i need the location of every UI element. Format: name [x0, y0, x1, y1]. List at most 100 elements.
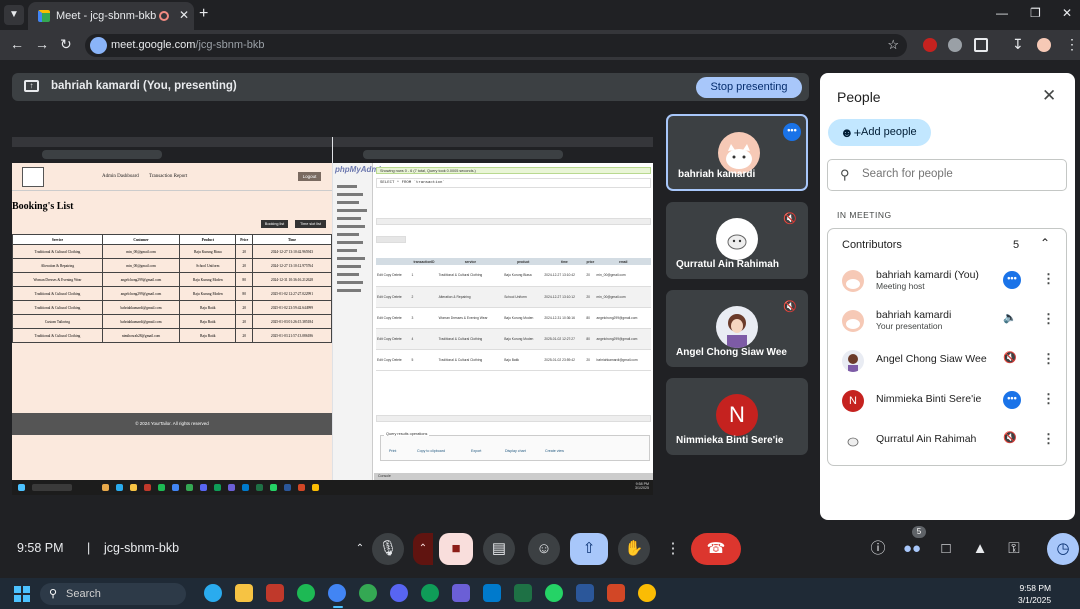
- leave-call-button[interactable]: ☎: [691, 533, 741, 565]
- participant-subtitle: Meeting host: [876, 281, 925, 291]
- present-screen-button[interactable]: ⇧: [570, 533, 608, 565]
- participant-row[interactable]: bahriah kamardi Your presentation 🔈 ⋮: [828, 301, 1068, 339]
- emoji-reactions-button[interactable]: ☺: [528, 533, 560, 565]
- game-app-icon[interactable]: [266, 584, 284, 602]
- file-explorer-icon[interactable]: [235, 584, 253, 602]
- col-time: time: [543, 258, 586, 265]
- add-people-button[interactable]: ☻+ Add people: [828, 119, 931, 146]
- participant-menu-icon[interactable]: ⋮: [1042, 351, 1055, 367]
- search-icon: ⚲: [49, 588, 58, 600]
- mute-presentation-icon[interactable]: 🔈: [1003, 311, 1017, 324]
- reload-button[interactable]: ↻: [60, 36, 72, 53]
- new-tab-button[interactable]: +: [199, 5, 208, 23]
- tile-name: Qurratul Ain Rahimah: [676, 259, 779, 270]
- vscode-icon[interactable]: [483, 584, 501, 602]
- cat-avatar: [842, 270, 864, 292]
- timer-button[interactable]: ◷: [1047, 533, 1079, 565]
- tile-name: Angel Chong Siaw Wee: [676, 347, 787, 358]
- close-panel-icon[interactable]: ✕: [1042, 86, 1056, 106]
- host-controls-button[interactable]: ⚿: [998, 533, 1030, 565]
- participant-menu-icon[interactable]: ⋮: [1042, 271, 1055, 287]
- address-bar[interactable]: meet.google.com/jcg-sbnm-bkb ☆: [85, 34, 907, 57]
- minimize-window-button[interactable]: —: [996, 6, 1008, 20]
- col-transaction-id: transactionID: [410, 258, 438, 265]
- search-people-field[interactable]: ⚲: [827, 159, 1067, 191]
- bookmark-star-icon[interactable]: ☆: [887, 37, 899, 53]
- restore-window-button[interactable]: ❐: [1030, 6, 1041, 20]
- more-options-icon[interactable]: •••: [783, 123, 801, 141]
- table-row: Edit Copy Delete 3 Woman Dresses & Evening…: [376, 307, 651, 329]
- participant-tile-angel[interactable]: 🔇 Angel Chong Siaw Wee: [666, 290, 808, 367]
- collapse-chevron-icon[interactable]: ⌃: [1040, 236, 1050, 250]
- site-info-icon[interactable]: [90, 37, 107, 54]
- powerpoint-icon[interactable]: [607, 584, 625, 602]
- booking-page-footer: © 2024 YourTailor. All rights reserved: [12, 413, 332, 435]
- activities-button[interactable]: ▲: [964, 533, 996, 565]
- copilot-icon[interactable]: [452, 584, 470, 602]
- raise-hand-button[interactable]: ✋: [618, 533, 650, 565]
- participant-menu-icon[interactable]: ⋮: [1042, 431, 1055, 447]
- more-options-button[interactable]: ⋮: [657, 533, 689, 565]
- participant-row[interactable]: Angel Chong Siaw Wee 🔇 ⋮: [828, 341, 1068, 379]
- col-customer: Customer: [101, 234, 181, 245]
- participant-row[interactable]: bahriah kamardi (You) Meeting host ••• ⋮: [828, 261, 1068, 299]
- forward-button[interactable]: →: [35, 36, 49, 52]
- back-button[interactable]: ←: [10, 36, 24, 52]
- spotify-icon[interactable]: [297, 584, 315, 602]
- telegram-icon[interactable]: [204, 584, 222, 602]
- search-people-input[interactable]: [862, 168, 1052, 180]
- downloads-icon[interactable]: ↧: [1012, 36, 1024, 53]
- stop-presenting-button[interactable]: Stop presenting: [696, 77, 802, 98]
- chrome-profile-icon[interactable]: [359, 584, 377, 602]
- recording-indicator-icon: [159, 11, 169, 21]
- cat-avatar: [718, 132, 760, 174]
- participant-tile-nimmieka[interactable]: N Nimmieka Binti Sere'ie: [666, 378, 808, 455]
- more-options-icon[interactable]: •••: [1003, 271, 1021, 289]
- close-window-button[interactable]: ✕: [1062, 6, 1072, 20]
- tab-search-button[interactable]: ▼: [4, 5, 24, 25]
- chat-button[interactable]: □: [930, 533, 962, 565]
- extensions-puzzle-icon[interactable]: [974, 38, 988, 52]
- camera-off-button[interactable]: ■: [439, 533, 473, 565]
- cat-avatar: [716, 218, 758, 260]
- contributors-count: 5: [1013, 239, 1020, 251]
- participant-row[interactable]: Qurratul Ain Rahimah 🔇 ⋮: [828, 421, 1068, 459]
- participant-tile-bahriah[interactable]: ••• bahriah kamardi: [666, 114, 808, 191]
- windows-start-icon[interactable]: [14, 586, 30, 602]
- word-icon[interactable]: [576, 584, 594, 602]
- participant-name: bahriah kamardi: [876, 309, 952, 321]
- sql-query-box: SELECT * FROM `transaction`: [376, 178, 651, 188]
- whatsapp-icon[interactable]: [545, 584, 563, 602]
- microphone-button[interactable]: 🎙: [372, 533, 404, 565]
- xbox-icon[interactable]: [514, 584, 532, 602]
- video-options-chevron-icon[interactable]: ⌃: [413, 533, 433, 565]
- participant-menu-icon[interactable]: ⋮: [1042, 311, 1055, 327]
- table-row: Traditional & Cultural Clothing nimthosra…: [12, 328, 332, 343]
- people-button[interactable]: ●●: [896, 533, 928, 565]
- system-clock[interactable]: 9:58 PM 3/1/2025: [1018, 582, 1051, 606]
- chrome-alt-icon[interactable]: [638, 584, 656, 602]
- edge-icon[interactable]: [421, 584, 439, 602]
- meeting-info-button[interactable]: ⓘ: [862, 533, 894, 565]
- anime-avatar: [842, 350, 864, 372]
- extra-options-bar: [376, 236, 406, 243]
- profile-extension-icon[interactable]: [948, 38, 962, 52]
- tile-name: bahriah kamardi: [678, 169, 756, 180]
- more-options-icon[interactable]: •••: [1003, 391, 1021, 409]
- adblock-extension-icon[interactable]: [923, 38, 937, 52]
- participant-name: bahriah kamardi (You): [876, 269, 979, 281]
- captions-button[interactable]: ▤: [483, 533, 515, 565]
- participant-menu-icon[interactable]: ⋮: [1042, 391, 1055, 407]
- discord-icon[interactable]: [390, 584, 408, 602]
- audio-options-chevron-icon[interactable]: ⌃: [350, 533, 370, 565]
- browser-menu-icon[interactable]: ⋮: [1065, 36, 1079, 53]
- initial-avatar: N: [716, 394, 758, 436]
- taskbar-search[interactable]: ⚲ Search: [40, 583, 186, 605]
- profile-avatar[interactable]: [1037, 38, 1051, 52]
- close-tab-icon[interactable]: ✕: [179, 8, 189, 22]
- browser-tab-meet[interactable]: Meet - jcg-sbnm-bkb ✕: [28, 2, 194, 30]
- shared-screen-clock: 9:58 PM 3/1/2025: [635, 482, 649, 490]
- participant-row[interactable]: N Nimmieka Binti Sere'ie ••• ⋮: [828, 381, 1068, 419]
- participant-tile-qurratul[interactable]: 🔇 Qurratul Ain Rahimah: [666, 202, 808, 279]
- chrome-icon[interactable]: [328, 584, 346, 602]
